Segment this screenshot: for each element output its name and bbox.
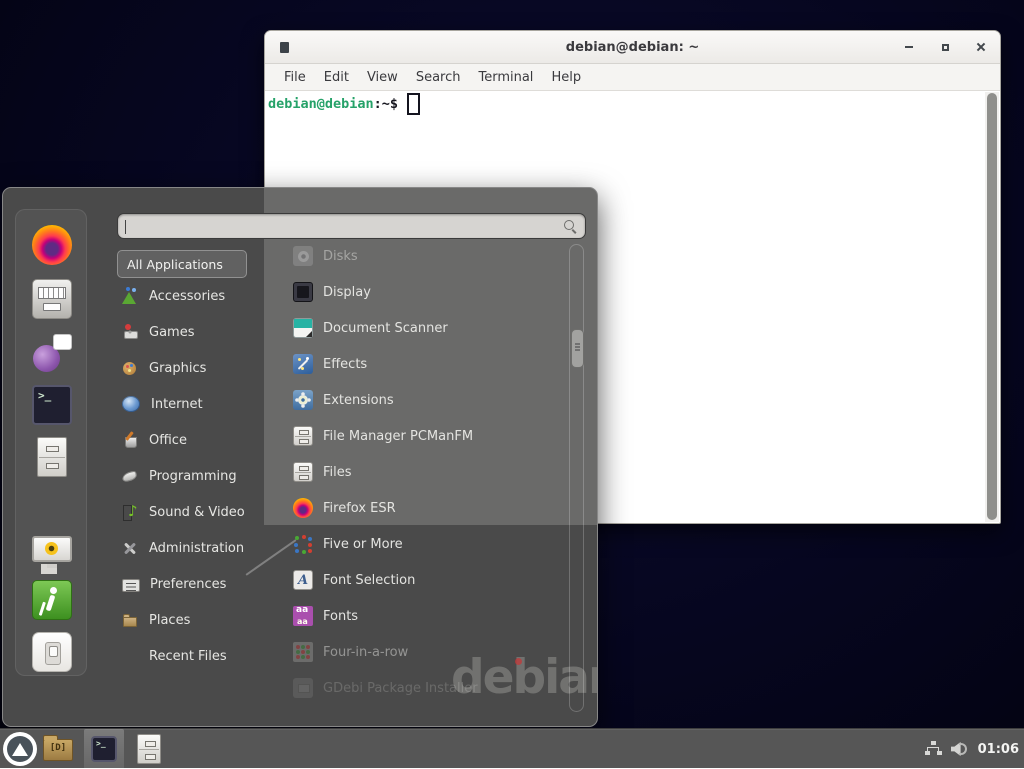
terminal-menubar: File Edit View Search Terminal Help <box>265 64 1000 91</box>
app-display[interactable]: Display <box>263 274 569 310</box>
application-list: Disks Display Document Scanner Effects E… <box>263 238 569 706</box>
close-button[interactable] <box>970 36 992 58</box>
taskbar-files[interactable] <box>137 734 161 764</box>
terminal-window-title: debian@debian: ~ <box>265 40 1000 55</box>
shut-down-icon[interactable] <box>32 632 72 672</box>
file-manager-icon <box>293 426 313 446</box>
sound-video-icon <box>121 503 139 521</box>
all-applications-button[interactable]: All Applications <box>117 250 247 278</box>
firefox-icon <box>293 498 313 518</box>
pidgin-icon[interactable] <box>32 332 72 372</box>
taskbar-terminal-active[interactable] <box>84 729 124 769</box>
system-tray: 01:06 <box>925 729 1019 769</box>
display-icon <box>293 282 313 302</box>
category-accessories[interactable]: Accessories <box>117 278 267 314</box>
folder-emblem: [D] <box>44 743 72 753</box>
accessories-icon <box>121 287 139 305</box>
app-files[interactable]: Files <box>263 454 569 490</box>
five-or-more-icon <box>293 534 313 554</box>
terminal-titlebar[interactable]: debian@debian: ~ <box>265 31 1000 64</box>
fonts-icon <box>293 606 313 626</box>
firefox-icon[interactable] <box>32 225 72 265</box>
lock-screen-icon[interactable] <box>32 536 72 562</box>
category-graphics[interactable]: Graphics <box>117 350 267 386</box>
menu-view[interactable]: View <box>358 65 407 90</box>
app-gdebi-package-installer[interactable]: GDebi Package Installer <box>263 670 569 706</box>
category-programming[interactable]: Programming <box>117 458 267 494</box>
application-menu: debian All Applications Accessories <box>2 187 598 727</box>
volume-icon[interactable] <box>951 741 969 757</box>
network-icon[interactable] <box>925 741 942 757</box>
app-five-or-more[interactable]: Five or More <box>263 526 569 562</box>
minimize-button[interactable] <box>898 36 920 58</box>
menu-search[interactable]: Search <box>407 65 470 90</box>
app-document-scanner[interactable]: Document Scanner <box>263 310 569 346</box>
files-icon <box>293 462 313 482</box>
effects-icon <box>293 354 313 374</box>
category-places[interactable]: Places <box>117 602 267 638</box>
gdebi-icon <box>293 678 313 698</box>
menu-file[interactable]: File <box>275 65 315 90</box>
maximize-button[interactable] <box>934 36 956 58</box>
app-four-in-a-row[interactable]: Four-in-a-row <box>263 634 569 670</box>
file-manager-icon[interactable] <box>37 437 67 477</box>
places-icon <box>121 611 139 629</box>
category-administration[interactable]: Administration <box>117 530 267 566</box>
terminal-prompt: debian@debian:~$ <box>268 93 420 115</box>
taskbar-file-manager-folder[interactable]: [D] <box>43 739 73 761</box>
office-icon <box>121 431 139 449</box>
package-manager-icon[interactable] <box>32 279 72 319</box>
files-icon <box>137 734 161 764</box>
app-firefox-esr[interactable]: Firefox ESR <box>263 490 569 526</box>
menu-edit[interactable]: Edit <box>315 65 358 90</box>
document-scanner-icon <box>293 318 313 338</box>
prompt-user-host: debian@debian <box>268 96 374 112</box>
terminal-cursor <box>407 93 420 115</box>
app-effects[interactable]: Effects <box>263 346 569 382</box>
category-games[interactable]: Games <box>117 314 267 350</box>
category-preferences[interactable]: Preferences <box>117 566 267 602</box>
category-sound-video[interactable]: Sound & Video <box>117 494 267 530</box>
menu-button[interactable] <box>3 732 37 766</box>
graphics-icon <box>121 359 139 377</box>
app-list-scrollbar[interactable] <box>569 244 584 712</box>
category-internet[interactable]: Internet <box>117 386 267 422</box>
taskbar: [D] 01:06 <box>0 728 1024 768</box>
disks-icon <box>293 246 313 266</box>
desktop: debian@debian: ~ File Edit View Search T… <box>0 0 1024 768</box>
app-disks[interactable]: Disks <box>263 238 569 274</box>
games-icon <box>121 323 139 341</box>
log-out-icon[interactable] <box>32 580 72 620</box>
favorites-panel <box>15 209 87 676</box>
search-icon <box>562 218 578 234</box>
app-file-manager-pcmanfm[interactable]: File Manager PCManFM <box>263 418 569 454</box>
menu-search-box[interactable] <box>117 213 586 239</box>
search-caret <box>125 220 126 234</box>
internet-icon <box>122 396 140 412</box>
four-in-a-row-icon <box>293 642 313 662</box>
terminal-icon <box>91 736 117 762</box>
menu-search-input[interactable] <box>118 214 562 238</box>
preferences-icon <box>122 579 140 592</box>
menu-terminal[interactable]: Terminal <box>469 65 542 90</box>
terminal-scrollbar[interactable] <box>985 92 999 522</box>
clock[interactable]: 01:06 <box>978 742 1019 757</box>
app-fonts[interactable]: Fonts <box>263 598 569 634</box>
prompt-suffix: :~$ <box>374 96 398 112</box>
terminal-scrollbar-thumb[interactable] <box>987 93 997 520</box>
programming-icon <box>121 467 139 485</box>
category-office[interactable]: Office <box>117 422 267 458</box>
terminal-icon[interactable] <box>32 385 72 425</box>
administration-icon <box>121 539 139 557</box>
font-selection-icon <box>293 570 313 590</box>
category-list: Accessories Games Graphics Internet Offi… <box>117 278 267 674</box>
menu-help[interactable]: Help <box>542 65 590 90</box>
app-extensions[interactable]: Extensions <box>263 382 569 418</box>
app-list-scrollbar-thumb[interactable] <box>571 329 584 368</box>
app-font-selection[interactable]: Font Selection <box>263 562 569 598</box>
extensions-icon <box>293 390 313 410</box>
category-recent-files[interactable]: Recent Files <box>117 638 267 674</box>
